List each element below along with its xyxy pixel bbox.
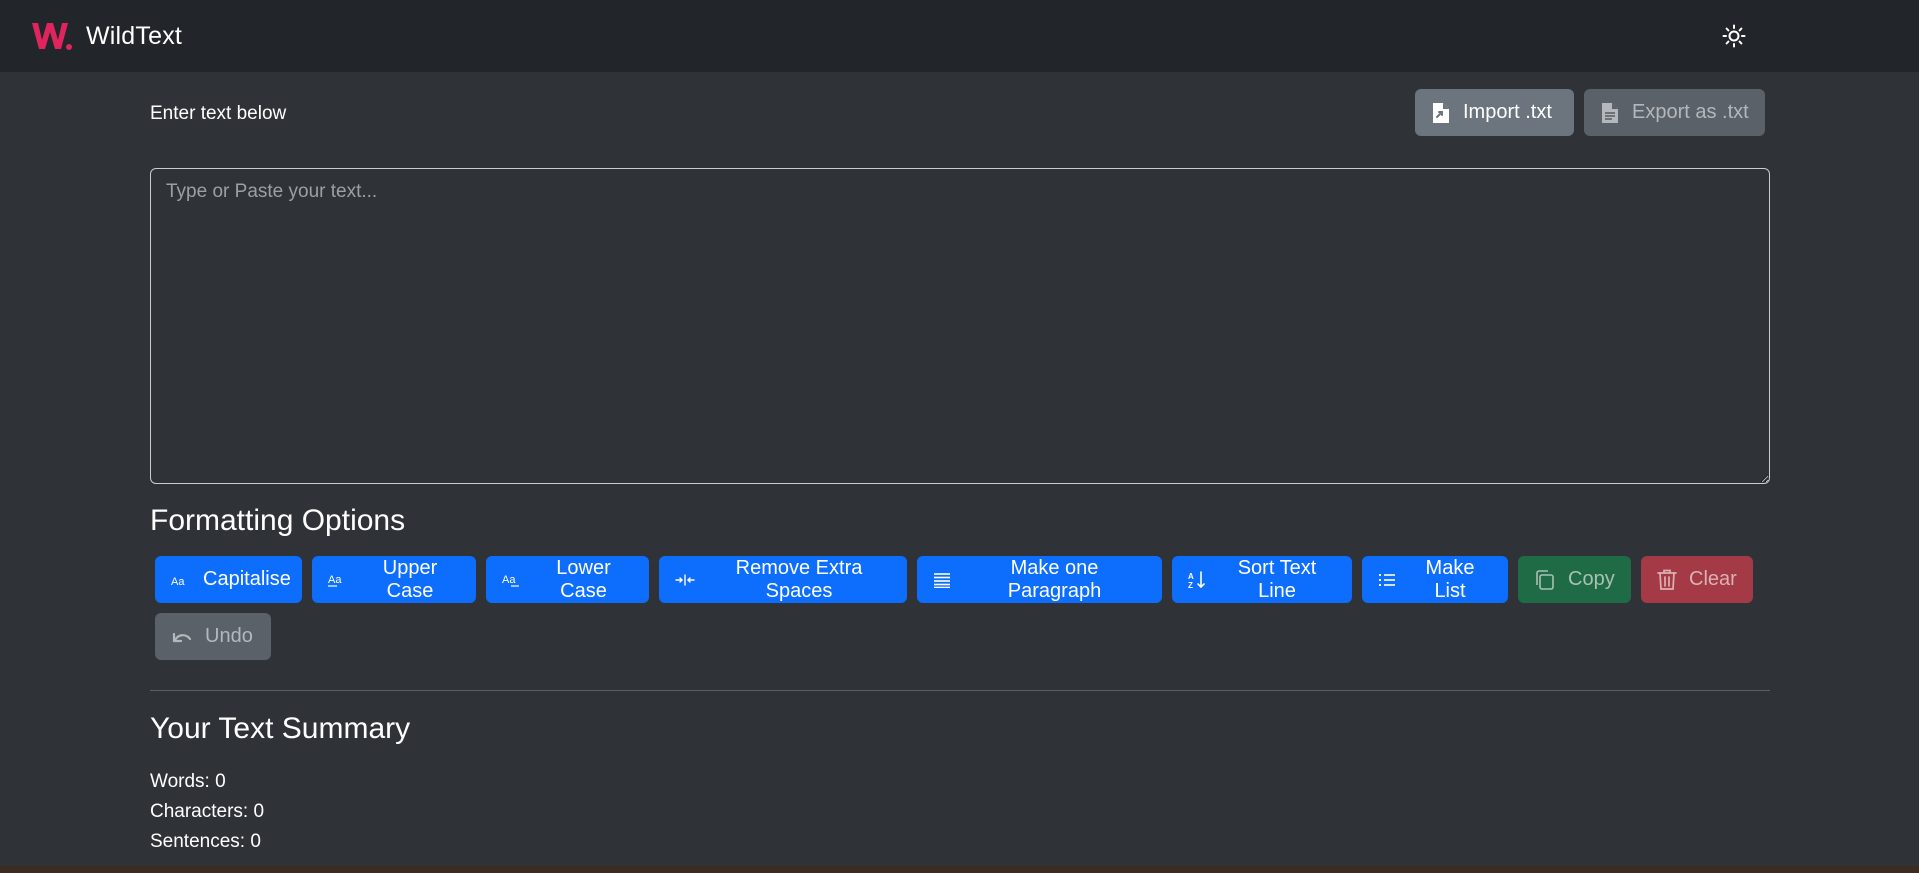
export-txt-label: Export as .txt [1632,101,1749,123]
undo-icon [172,632,192,642]
paragraph-icon [934,572,950,588]
lower-case-icon: Aa [502,574,519,587]
capitalise-button[interactable]: Aa Capitalise [155,556,302,603]
characters-count: Characters: 0 [150,801,265,822]
section-divider [150,690,1770,691]
upper-case-button[interactable]: Aa Upper Case [312,556,476,603]
sort-az-icon: A Z [1188,570,1205,589]
sentences-count: Sentences: 0 [150,831,261,852]
words-count: Words: 0 [150,771,226,792]
main-container: Enter text below Import .txt Export as .… [150,72,1770,852]
wildtext-logo [32,23,72,50]
text-input-area[interactable] [150,168,1770,484]
undo-label: Undo [205,625,253,647]
svg-text:A: A [1188,572,1194,581]
list-icon [1379,573,1395,586]
theme-toggle-button[interactable] [1718,20,1750,52]
import-txt-button[interactable]: Import .txt [1415,89,1574,136]
svg-text:Z: Z [1188,581,1193,589]
file-import-icon [1433,102,1449,123]
brand-link[interactable]: WildText [30,19,182,53]
lower-case-button[interactable]: Aa Lower Case [486,556,649,603]
make-one-paragraph-label: Make one Paragraph [1007,556,1102,602]
export-txt-button[interactable]: Export as .txt [1584,89,1765,136]
navbar: WildText [0,0,1919,72]
capitalise-label: Capitalise [203,568,291,590]
editor-toolbar: Enter text below Import .txt Export as .… [150,72,1770,168]
lower-case-label: Lower Case [556,556,611,602]
trash-icon [1657,569,1677,590]
collapse-spaces-icon [675,573,695,586]
file-text-icon [1602,102,1618,123]
formatting-options-heading: Formatting Options [150,504,406,537]
svg-text:Aa: Aa [328,574,342,586]
text-summary-heading: Your Text Summary [150,712,411,745]
make-list-button[interactable]: Make List [1362,556,1508,603]
sun-icon [1722,24,1746,48]
clear-label: Clear [1689,568,1737,590]
import-txt-label: Import .txt [1463,101,1552,123]
clear-button[interactable]: Clear [1641,556,1753,603]
bottom-edge-bar [0,866,1919,873]
svg-text:Aa: Aa [171,576,185,587]
copy-label: Copy [1568,568,1615,590]
upper-case-icon: Aa [328,574,342,587]
copy-icon [1536,569,1554,590]
editor-label: Enter text below [150,103,287,124]
remove-extra-spaces-label: Remove Extra Spaces [735,556,863,602]
remove-extra-spaces-button[interactable]: Remove Extra Spaces [659,556,907,603]
undo-button[interactable]: Undo [155,613,271,660]
make-one-paragraph-button[interactable]: Make one Paragraph [917,556,1162,603]
upper-case-label: Upper Case [382,556,438,602]
svg-text:Aa: Aa [502,574,516,586]
sort-text-line-button[interactable]: A Z Sort Text Line [1172,556,1352,603]
sort-text-line-label: Sort Text Line [1237,556,1317,602]
capitalise-icon: Aa [171,576,185,587]
copy-button[interactable]: Copy [1518,556,1631,603]
app-name: WildText [86,21,183,50]
make-list-label: Make List [1425,556,1475,602]
